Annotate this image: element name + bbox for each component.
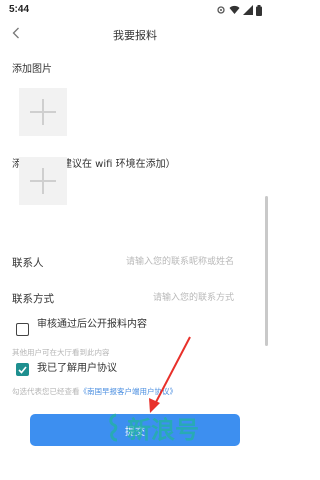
- agree-prefix: 勾选代表您已经查看: [12, 387, 80, 396]
- contact-input[interactable]: [94, 254, 234, 270]
- status-icons: [216, 4, 262, 16]
- battery-icon: [256, 4, 262, 16]
- public-option-label: 审核通过后公开报料内容: [37, 319, 147, 330]
- public-hint: 其他用户可在大厅看到此内容: [12, 348, 110, 357]
- add-image-button[interactable]: [19, 88, 67, 136]
- settings-icon: [217, 6, 225, 14]
- add-image-label: 添加图片: [12, 64, 52, 75]
- status-bar: 5:44: [0, 0, 270, 22]
- header: 我要报料: [0, 22, 270, 48]
- plus-icon: [30, 168, 56, 194]
- contact-label: 联系人: [12, 257, 44, 269]
- wifi-icon: [229, 5, 240, 14]
- check-icon: [18, 365, 27, 374]
- contact-method-input[interactable]: [94, 290, 234, 306]
- public-checkbox[interactable]: [16, 323, 29, 336]
- scrollbar[interactable]: [265, 196, 268, 346]
- agree-checkbox[interactable]: [16, 363, 29, 376]
- user-agreement-link[interactable]: 《南国早报客户端用户协议》: [80, 387, 178, 396]
- contact-method-label: 联系方式: [12, 293, 54, 305]
- page-title: 我要报料: [113, 29, 157, 42]
- plus-icon: [30, 99, 56, 125]
- submit-label: 提交: [125, 426, 145, 438]
- agree-line: 勾选代表您已经查看《南国早报客户端用户协议》: [12, 386, 177, 397]
- agree-option-label: 我已了解用户协议: [37, 363, 117, 374]
- submit-button[interactable]: 提交: [30, 414, 240, 446]
- signal-icon: [243, 5, 253, 15]
- add-video-button[interactable]: [19, 157, 67, 205]
- status-time: 5:44: [9, 4, 30, 15]
